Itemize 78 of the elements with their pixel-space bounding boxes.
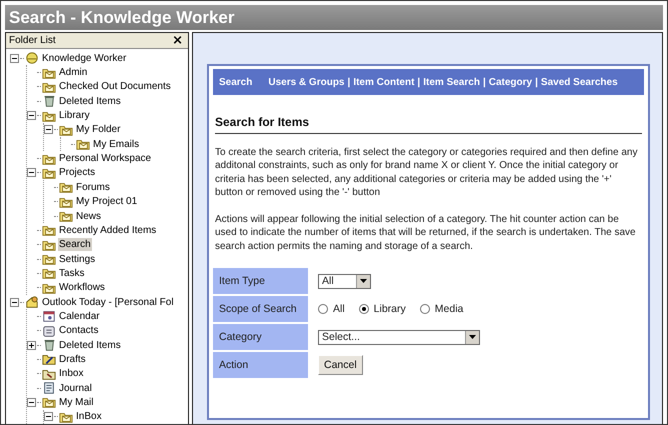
radio-option[interactable]: Media xyxy=(420,303,464,316)
tree-item[interactable]: Search xyxy=(58,238,92,252)
folder-icon xyxy=(41,352,57,366)
expand-icon[interactable] xyxy=(27,340,36,350)
folder-icon xyxy=(58,209,74,224)
tree-item[interactable]: Drafts xyxy=(58,352,87,366)
collapse-icon[interactable] xyxy=(27,168,36,178)
tree-item[interactable]: Forums xyxy=(75,180,111,194)
tree-item[interactable]: Calendar xyxy=(58,310,101,323)
collapse-icon[interactable] xyxy=(44,412,53,422)
collapse-icon[interactable] xyxy=(10,54,19,63)
caret-icon xyxy=(360,279,367,284)
tree-item[interactable]: My Project 01 xyxy=(75,195,138,208)
dropdown[interactable]: Select... xyxy=(318,330,480,345)
tree-item[interactable]: Settings xyxy=(58,252,96,266)
globe-icon xyxy=(24,51,40,66)
nav-link[interactable]: Item Search xyxy=(423,76,480,88)
nav-title: Search xyxy=(219,76,252,88)
folder-icon xyxy=(75,137,91,152)
notebook-icon xyxy=(41,381,57,396)
house-icon xyxy=(24,295,40,310)
tree-item[interactable]: Outlook Today - [Personal Fol xyxy=(41,296,175,309)
section-heading: Search for Items xyxy=(215,115,642,134)
tree-item[interactable]: Journal xyxy=(58,382,93,395)
radio-button[interactable] xyxy=(318,304,328,314)
separator: | xyxy=(417,76,420,88)
separator: | xyxy=(348,76,350,88)
tree-item[interactable]: Deleted Items xyxy=(58,94,122,108)
radio-button[interactable] xyxy=(420,304,430,314)
radio-option[interactable]: All xyxy=(318,303,345,316)
tree-item[interactable]: Admin xyxy=(58,66,88,80)
tree-item[interactable]: Recently Added Items xyxy=(58,224,158,237)
nav-link[interactable]: Category xyxy=(488,76,532,88)
radio-option[interactable]: Library xyxy=(358,303,406,316)
collapse-icon[interactable] xyxy=(27,111,36,120)
collapse-icon[interactable] xyxy=(10,298,19,307)
tree-item[interactable]: Tasks xyxy=(58,266,86,280)
folder-icon xyxy=(41,223,57,238)
tree-item[interactable]: Projects xyxy=(58,166,96,180)
tree-item[interactable]: Workflows xyxy=(58,281,106,294)
instructions-text: Actions will appear following the initial selection of a category. The hit counter action can be used to indicate the number of items that will be returned, if the search is undertaken. The save search action permits the naming and storage of a search. xyxy=(215,213,637,254)
tree-item[interactable]: News xyxy=(75,210,102,223)
folder-icon xyxy=(41,395,57,410)
cancel-button[interactable]: Cancel xyxy=(318,355,363,376)
tree-item[interactable]: Knowledge Worker xyxy=(41,52,128,65)
separator: | xyxy=(535,76,538,88)
field-label: Action xyxy=(213,352,308,378)
tree-item[interactable]: Inbox xyxy=(58,367,84,380)
collapse-icon[interactable] xyxy=(44,125,53,134)
radio-button[interactable] xyxy=(358,304,369,314)
close-button[interactable]: × xyxy=(170,34,185,48)
window-title: Search - Knowledge Worker xyxy=(5,5,663,30)
folder-icon xyxy=(41,252,57,266)
dropdown[interactable]: All xyxy=(318,274,371,289)
collapse-icon[interactable] xyxy=(27,398,36,407)
instructions-text: To create the search criteria, first select the category or categories required and then define any additonal constraints, such as only for brand name X or client Y. Once the initial category or criteria has been selected, any additional categories or criteria may be added using the '+' button or removed using the '-' button xyxy=(215,146,638,200)
nav-link[interactable]: Item Content xyxy=(353,76,414,88)
caret-icon xyxy=(469,335,476,340)
nav-link[interactable]: Saved Searches xyxy=(540,76,618,88)
tree-item[interactable]: Personal Workspace xyxy=(58,152,152,166)
separator: | xyxy=(482,76,486,88)
tree-item[interactable]: Contacts xyxy=(58,324,100,338)
calendar-icon xyxy=(41,309,57,324)
tree-item[interactable]: Checked Out Documents xyxy=(58,80,172,94)
field-label: Scope of Search xyxy=(213,296,308,322)
nav-link[interactable]: Users & Groups xyxy=(268,76,344,88)
folder-icon xyxy=(58,180,74,194)
tree-item[interactable]: InBox xyxy=(75,410,103,424)
folder-icon xyxy=(41,266,57,280)
panel-title: Folder List xyxy=(9,35,56,46)
card-icon xyxy=(41,324,57,338)
tree-item[interactable]: My Folder xyxy=(75,123,122,136)
field-label: Item Type xyxy=(213,268,308,294)
field-label: Category xyxy=(213,324,308,350)
tree-item[interactable]: My Emails xyxy=(92,138,140,151)
tree-item[interactable]: Deleted Items xyxy=(58,338,122,352)
tree-item[interactable]: My Mail xyxy=(58,396,94,409)
tree-item[interactable]: Library xyxy=(58,109,91,122)
